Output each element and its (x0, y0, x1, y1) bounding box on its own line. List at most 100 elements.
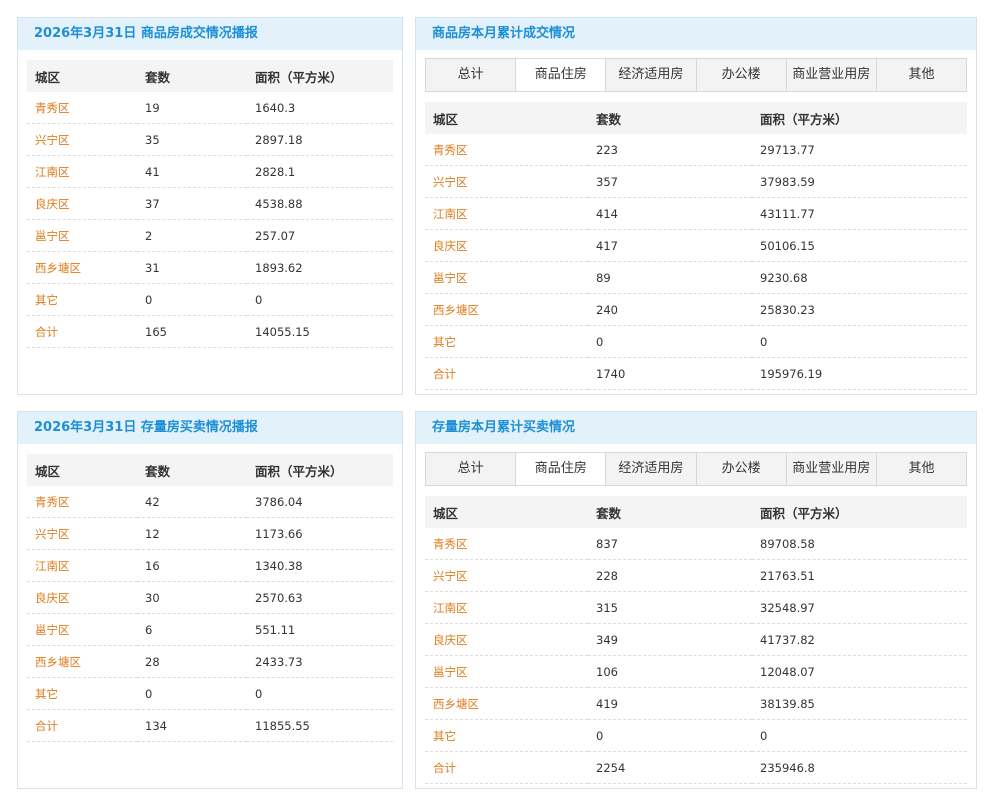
units-cell: 837 (588, 528, 752, 560)
area-cell: 11855.55 (247, 709, 393, 742)
district-cell: 其它 (27, 283, 137, 316)
district-cell: 兴宁区 (27, 517, 137, 550)
table-row: 其它 0 0 (425, 325, 967, 358)
monthly-new-housing-panel: 商品房本月累计成交情况 总计 商品住房 经济适用房 办公楼 商业营业用房 其他 城区 套数… (415, 17, 977, 395)
table-row: 合计 2254 235946.8 (425, 751, 967, 784)
monthly-resale-housing-panel: 存量房本月累计买卖情况 总计 商品住房 经济适用房 办公楼 商业营业用房 其他 城区 套数… (415, 411, 977, 789)
district-cell: 邕宁区 (27, 219, 137, 252)
units-cell: 106 (588, 655, 752, 688)
table-row: 江南区 414 43111.77 (425, 197, 967, 230)
district-cell: 其它 (425, 325, 588, 358)
tab-4[interactable]: 商业营业用房 (787, 453, 877, 485)
table-row: 青秀区 19 1640.3 (27, 92, 393, 124)
units-cell: 414 (588, 197, 752, 230)
district-cell: 江南区 (425, 591, 588, 624)
area-cell: 12048.07 (752, 655, 967, 688)
column-header-district: 城区 (425, 496, 588, 528)
category-tabs: 总计 商品住房 经济适用房 办公楼 商业营业用房 其他 (425, 58, 967, 92)
table-row: 其它 0 0 (27, 283, 393, 316)
category-tabs: 总计 商品住房 经济适用房 办公楼 商业营业用房 其他 (425, 452, 967, 486)
district-cell: 青秀区 (27, 486, 137, 518)
table-row: 合计 165 14055.15 (27, 315, 393, 348)
district-cell: 合计 (27, 315, 137, 348)
units-cell: 2 (137, 219, 247, 252)
district-cell: 西乡塘区 (27, 645, 137, 678)
district-cell: 兴宁区 (425, 559, 588, 592)
tab-3[interactable]: 办公楼 (697, 59, 787, 91)
district-cell: 江南区 (425, 197, 588, 230)
tab-5[interactable]: 其他 (877, 453, 966, 485)
units-cell: 223 (588, 134, 752, 166)
units-cell: 28 (137, 645, 247, 678)
tab-3[interactable]: 办公楼 (697, 453, 787, 485)
column-header-area: 面积（平方米） (752, 102, 967, 134)
table-row: 邕宁区 6 551.11 (27, 613, 393, 646)
area-cell: 21763.51 (752, 559, 967, 592)
column-header-units: 套数 (137, 60, 247, 92)
daily-new-housing-panel: 2026年3月31日 商品房成交情况播报 城区 套数 面积（平方米） 青秀区 19… (17, 17, 403, 395)
tab-5[interactable]: 其他 (877, 59, 966, 91)
area-cell: 1340.38 (247, 549, 393, 582)
panel-title: 2026年3月31日 商品房成交情况播报 (18, 18, 402, 50)
area-cell: 2828.1 (247, 155, 393, 188)
district-cell: 江南区 (27, 549, 137, 582)
units-cell: 12 (137, 517, 247, 550)
data-table: 城区 套数 面积（平方米） 青秀区 223 29713.77 兴宁区 357 37983.… (425, 102, 967, 390)
tab-1[interactable]: 商品住房 (516, 453, 607, 485)
units-cell: 16 (137, 549, 247, 582)
district-cell: 其它 (425, 719, 588, 752)
district-cell: 兴宁区 (425, 165, 588, 198)
table-header-row: 城区 套数 面积（平方米） (27, 454, 393, 486)
district-cell: 西乡塘区 (425, 293, 588, 326)
units-cell: 349 (588, 623, 752, 656)
table-row: 青秀区 837 89708.58 (425, 528, 967, 560)
area-cell: 1893.62 (247, 251, 393, 284)
tab-2[interactable]: 经济适用房 (606, 59, 697, 91)
table-row: 良庆区 417 50106.15 (425, 229, 967, 262)
area-cell: 4538.88 (247, 187, 393, 220)
units-cell: 315 (588, 591, 752, 624)
tab-0[interactable]: 总计 (426, 453, 517, 485)
table-header-row: 城区 套数 面积（平方米） (27, 60, 393, 92)
column-header-district: 城区 (27, 60, 137, 92)
column-header-units: 套数 (588, 496, 752, 528)
tab-1[interactable]: 商品住房 (516, 59, 607, 91)
table-row: 其它 0 0 (27, 677, 393, 710)
district-cell: 邕宁区 (425, 655, 588, 688)
table-row: 青秀区 42 3786.04 (27, 486, 393, 518)
table-header-row: 城区 套数 面积（平方米） (425, 496, 967, 528)
units-cell: 35 (137, 123, 247, 156)
tab-0[interactable]: 总计 (426, 59, 517, 91)
table-row: 兴宁区 35 2897.18 (27, 123, 393, 156)
area-cell: 37983.59 (752, 165, 967, 198)
units-cell: 19 (137, 92, 247, 124)
area-cell: 3786.04 (247, 486, 393, 518)
units-cell: 0 (588, 719, 752, 752)
table-row: 西乡塘区 240 25830.23 (425, 293, 967, 326)
data-table: 城区 套数 面积（平方米） 青秀区 42 3786.04 兴宁区 12 1173.66 江南… (27, 454, 393, 742)
table-row: 兴宁区 357 37983.59 (425, 165, 967, 198)
panel-title: 商品房本月累计成交情况 (416, 18, 976, 50)
district-cell: 良庆区 (425, 229, 588, 262)
tab-2[interactable]: 经济适用房 (606, 453, 697, 485)
units-cell: 31 (137, 251, 247, 284)
district-cell: 其它 (27, 677, 137, 710)
units-cell: 228 (588, 559, 752, 592)
units-cell: 37 (137, 187, 247, 220)
tab-4[interactable]: 商业营业用房 (787, 59, 877, 91)
district-cell: 西乡塘区 (425, 687, 588, 720)
district-cell: 合计 (27, 709, 137, 742)
column-header-area: 面积（平方米） (752, 496, 967, 528)
daily-resale-housing-panel: 2026年3月31日 存量房买卖情况播报 城区 套数 面积（平方米） 青秀区 42… (17, 411, 403, 789)
area-cell: 2433.73 (247, 645, 393, 678)
district-cell: 青秀区 (425, 528, 588, 560)
units-cell: 0 (137, 677, 247, 710)
column-header-units: 套数 (588, 102, 752, 134)
units-cell: 417 (588, 229, 752, 262)
area-cell: 1173.66 (247, 517, 393, 550)
units-cell: 30 (137, 581, 247, 614)
table-row: 西乡塘区 419 38139.85 (425, 687, 967, 720)
units-cell: 6 (137, 613, 247, 646)
units-cell: 42 (137, 486, 247, 518)
area-cell: 551.11 (247, 613, 393, 646)
